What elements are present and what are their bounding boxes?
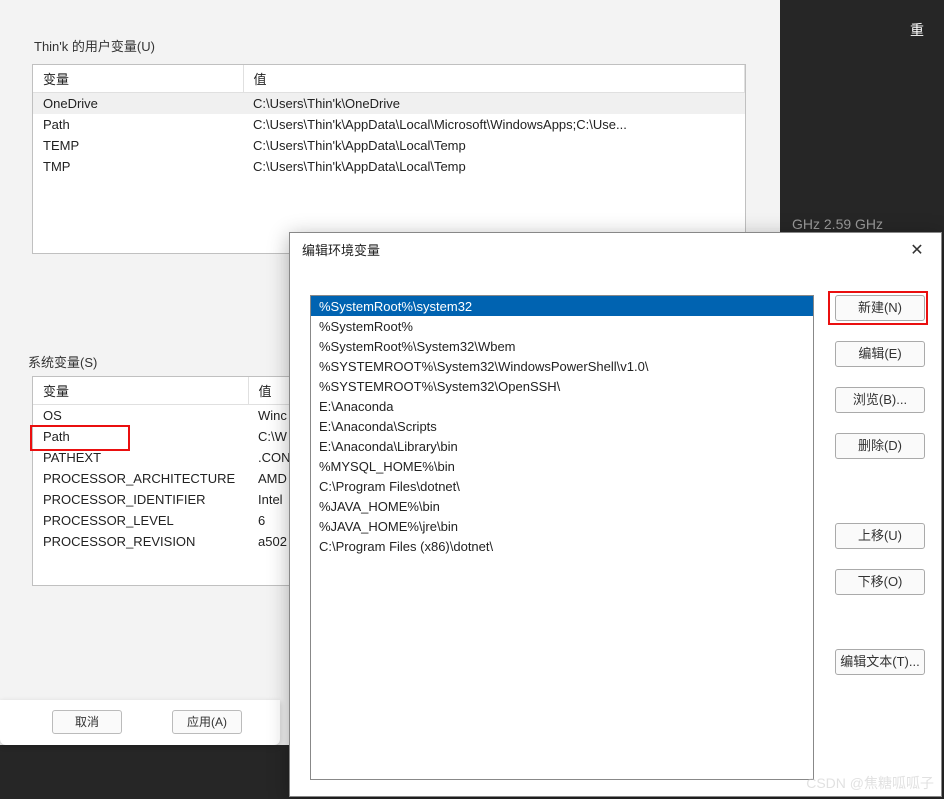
- move-up-button[interactable]: 上移(U): [835, 523, 925, 549]
- list-item[interactable]: %SystemRoot%\System32\Wbem: [311, 336, 813, 356]
- browse-button[interactable]: 浏览(B)...: [835, 387, 925, 413]
- table-row[interactable]: PathC:\Users\Thin'k\AppData\Local\Micros…: [33, 114, 745, 135]
- taskmgr-button[interactable]: 重: [910, 20, 924, 40]
- edit-button[interactable]: 编辑(E): [835, 341, 925, 367]
- list-item[interactable]: %JAVA_HOME%\bin: [311, 496, 813, 516]
- list-item[interactable]: E:\Anaconda\Library\bin: [311, 436, 813, 456]
- dialog-titlebar[interactable]: 编辑环境变量 ✕: [290, 233, 941, 269]
- table-row[interactable]: OneDriveC:\Users\Thin'k\OneDrive: [33, 93, 745, 115]
- edit-text-button[interactable]: 编辑文本(T)...: [835, 649, 925, 675]
- cancel-button[interactable]: 取消: [52, 710, 122, 734]
- col-header-variable[interactable]: 变量: [33, 377, 248, 405]
- edit-env-dialog: 编辑环境变量 ✕ %SystemRoot%\system32 %SystemRo…: [289, 232, 942, 797]
- list-item[interactable]: C:\Program Files (x86)\dotnet\: [311, 536, 813, 556]
- col-header-value[interactable]: 值: [243, 65, 745, 93]
- system-vars-title: 系统变量(S): [28, 352, 97, 371]
- user-vars-table[interactable]: 变量 值 OneDriveC:\Users\Thin'k\OneDrive Pa…: [32, 64, 746, 254]
- path-listbox[interactable]: %SystemRoot%\system32 %SystemRoot% %Syst…: [310, 295, 814, 780]
- col-header-variable[interactable]: 变量: [33, 65, 243, 93]
- list-item[interactable]: %MYSQL_HOME%\bin: [311, 456, 813, 476]
- list-item[interactable]: %JAVA_HOME%\jre\bin: [311, 516, 813, 536]
- close-icon[interactable]: ✕: [905, 233, 929, 269]
- list-item[interactable]: E:\Anaconda: [311, 396, 813, 416]
- list-item[interactable]: C:\Program Files\dotnet\: [311, 476, 813, 496]
- list-item[interactable]: %SYSTEMROOT%\System32\WindowsPowerShell\…: [311, 356, 813, 376]
- user-vars-title: Thin'k 的用户变量(U): [28, 36, 161, 55]
- delete-button[interactable]: 删除(D): [835, 433, 925, 459]
- ghz-label: GHz 2.59 GHz: [792, 216, 883, 232]
- apply-button[interactable]: 应用(A): [172, 710, 242, 734]
- list-item[interactable]: %SYSTEMROOT%\System32\OpenSSH\: [311, 376, 813, 396]
- list-item[interactable]: %SystemRoot%: [311, 316, 813, 336]
- table-row[interactable]: TMPC:\Users\Thin'k\AppData\Local\Temp: [33, 156, 745, 177]
- table-row[interactable]: TEMPC:\Users\Thin'k\AppData\Local\Temp: [33, 135, 745, 156]
- list-item[interactable]: %SystemRoot%\system32: [311, 296, 813, 316]
- new-button[interactable]: 新建(N): [835, 295, 925, 321]
- move-down-button[interactable]: 下移(O): [835, 569, 925, 595]
- list-item[interactable]: E:\Anaconda\Scripts: [311, 416, 813, 436]
- dialog-title: 编辑环境变量: [302, 233, 380, 269]
